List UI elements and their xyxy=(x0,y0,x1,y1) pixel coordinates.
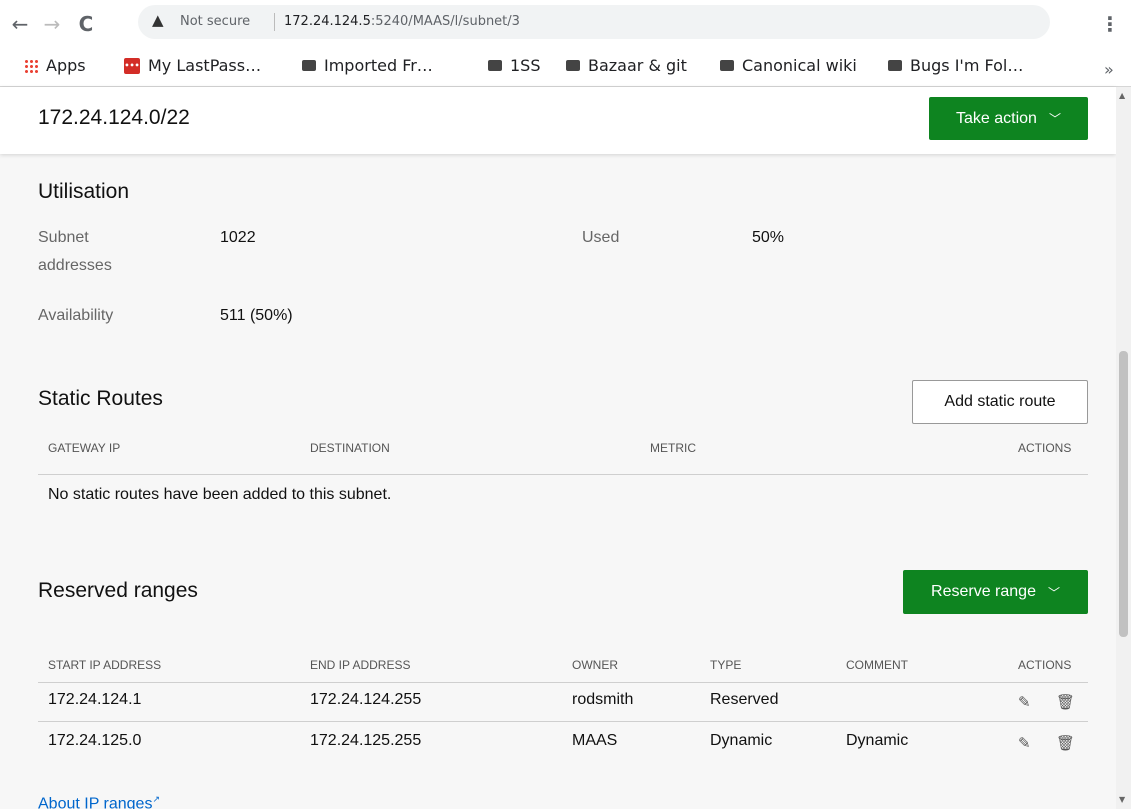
folder-icon xyxy=(302,60,316,71)
bookmark-lastpass[interactable]: ••• My LastPass… xyxy=(124,56,261,75)
page-scrollbar[interactable]: ▲ ▼ xyxy=(1116,87,1131,809)
take-action-button[interactable]: Take action ﹀ xyxy=(929,97,1088,140)
scroll-up-icon[interactable]: ▲ xyxy=(1119,91,1125,100)
delete-icon[interactable]: 🗑 xyxy=(1056,693,1075,711)
owner-cell: MAAS xyxy=(572,732,618,749)
bookmarks-bar: Apps ••• My LastPass… Imported Fr… 1SS Ba… xyxy=(0,50,1131,86)
subnet-addresses-value: 1022 xyxy=(220,229,256,246)
divider xyxy=(38,682,1088,683)
start-ip-cell: 172.24.124.1 xyxy=(48,691,142,708)
bookmark-label: My LastPass… xyxy=(148,56,262,75)
bookmark-label: 1SS xyxy=(510,56,541,75)
reserved-ranges-heading: Reserved ranges xyxy=(38,579,198,602)
address-row: ← → C ▲ Not secure 172.24.124.5:5240/MAA… xyxy=(0,0,1131,50)
comment-cell: Dynamic xyxy=(846,732,909,749)
end-ip-cell: 172.24.124.255 xyxy=(310,691,422,708)
bookmark-label: Bugs I'm Fol… xyxy=(910,56,1024,75)
edit-icon[interactable]: ✎ xyxy=(1018,734,1031,752)
column-comment: Comment xyxy=(846,658,908,672)
bookmark-label: Canonical wiki xyxy=(742,56,857,75)
folder-icon xyxy=(888,60,902,71)
external-link-icon: ↗ xyxy=(152,794,160,804)
bookmark-label: Bazaar & git xyxy=(588,56,687,75)
browser-toolbar: ← → C ▲ Not secure 172.24.124.5:5240/MAA… xyxy=(0,0,1131,87)
address-bar[interactable]: ▲ Not secure 172.24.124.5:5240/MAAS/l/su… xyxy=(138,5,1050,39)
bookmark-label: Imported Fr… xyxy=(324,56,433,75)
bookmark-bazaar[interactable]: Bazaar & git xyxy=(566,56,687,75)
divider xyxy=(38,721,1088,722)
bookmark-bugs[interactable]: Bugs I'm Fol… xyxy=(888,56,1023,75)
delete-icon[interactable]: 🗑 xyxy=(1056,734,1075,752)
type-cell: Dynamic xyxy=(710,732,773,749)
edit-icon[interactable]: ✎ xyxy=(1018,693,1031,711)
column-actions: Actions xyxy=(1018,441,1072,455)
warning-icon: ▲ xyxy=(152,11,164,29)
scroll-down-icon[interactable]: ▼ xyxy=(1119,795,1125,804)
link-label: About IP ranges xyxy=(38,795,153,809)
label-line: addresses xyxy=(38,257,112,274)
column-gateway-ip: Gateway IP xyxy=(48,441,121,455)
folder-icon xyxy=(566,60,580,71)
add-static-route-button[interactable]: Add static route xyxy=(912,380,1088,424)
type-cell: Reserved xyxy=(710,691,779,708)
bookmark-apps[interactable]: Apps xyxy=(24,56,86,75)
url-path: :5240/MAAS/l/subnet/3 xyxy=(370,14,520,29)
used-value: 50% xyxy=(752,229,785,246)
utilisation-heading: Utilisation xyxy=(38,180,130,203)
folder-icon xyxy=(488,60,502,71)
column-end-ip: End IP address xyxy=(310,658,411,672)
label-line: Subnet xyxy=(38,229,89,246)
bookmark-label: Apps xyxy=(46,56,86,75)
end-ip-cell: 172.24.125.255 xyxy=(310,732,422,749)
bookmark-imported[interactable]: Imported Fr… xyxy=(302,56,433,75)
main-content: Utilisation Subnet addresses 1022 Used 50… xyxy=(0,154,1116,809)
bookmark-canonical-wiki[interactable]: Canonical wiki xyxy=(720,56,857,75)
static-routes-empty-message: No static routes have been added to this… xyxy=(48,486,392,503)
owner-cell: rodsmith xyxy=(572,691,634,708)
column-actions: Actions xyxy=(1018,658,1072,672)
reserve-range-label: Reserve range xyxy=(931,583,1036,600)
kebab-menu-icon[interactable]: ⋮ xyxy=(1100,12,1120,36)
about-ip-ranges-link[interactable]: About IP ranges↗ xyxy=(38,794,160,809)
availability-value: 511 (50%) xyxy=(220,307,293,324)
static-routes-heading: Static Routes xyxy=(38,387,163,410)
subnet-addresses-label: Subnet addresses xyxy=(38,224,112,280)
availability-label: Availability xyxy=(38,307,114,324)
apps-grid-icon xyxy=(24,58,38,73)
start-ip-cell: 172.24.125.0 xyxy=(48,732,142,749)
column-type: Type xyxy=(710,658,742,672)
forward-icon[interactable]: → xyxy=(40,12,64,36)
page-title: 172.24.124.0/22 xyxy=(38,106,190,129)
column-destination: Destination xyxy=(310,441,390,455)
reload-icon[interactable]: C xyxy=(74,12,98,36)
back-icon[interactable]: ← xyxy=(8,12,32,36)
reserve-range-button[interactable]: Reserve range ﹀ xyxy=(903,570,1088,614)
divider xyxy=(274,13,275,31)
url-host: 172.24.124.5 xyxy=(284,14,371,29)
more-bookmarks-icon[interactable]: » xyxy=(1104,60,1114,79)
column-metric: Metric xyxy=(650,441,696,455)
column-owner: Owner xyxy=(572,658,618,672)
chevron-down-icon: ﹀ xyxy=(1047,585,1060,600)
take-action-label: Take action xyxy=(956,109,1037,127)
not-secure-label[interactable]: Not secure xyxy=(180,14,250,29)
folder-icon xyxy=(720,60,734,71)
chevron-down-icon: ﹀ xyxy=(1048,112,1061,126)
column-start-ip: Start IP address xyxy=(48,658,162,672)
divider xyxy=(38,474,1088,475)
url-text[interactable]: 172.24.124.5:5240/MAAS/l/subnet/3 xyxy=(284,14,520,29)
lastpass-icon: ••• xyxy=(124,57,140,74)
bookmark-1ss[interactable]: 1SS xyxy=(488,56,541,75)
scrollbar-thumb[interactable] xyxy=(1119,351,1128,637)
used-label: Used xyxy=(582,229,620,246)
